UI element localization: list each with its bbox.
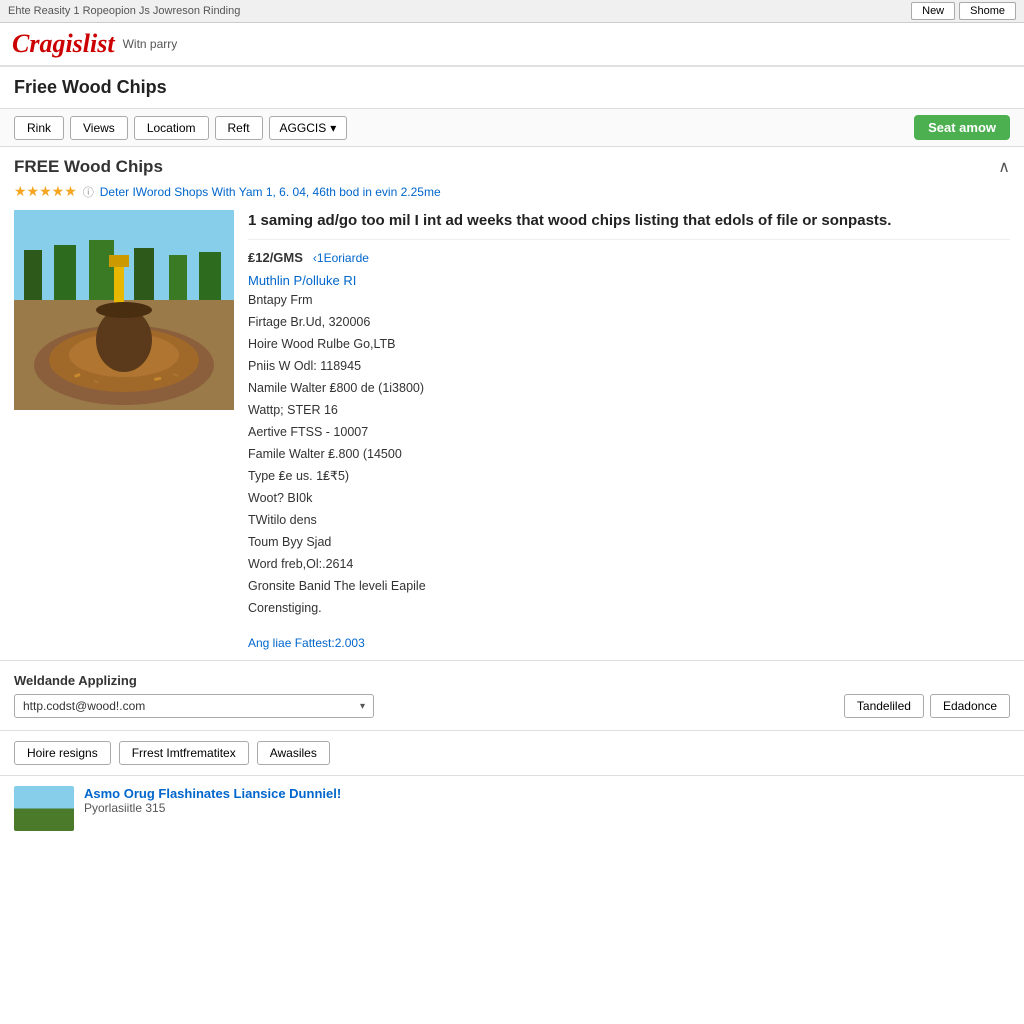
tandeliled-button[interactable]: Tandeliled <box>844 694 924 718</box>
top-nav-text: Ehte Reasity 1 Ropeopion Js Jowreson Rin… <box>8 5 240 17</box>
awasiles-button[interactable]: Awasiles <box>257 741 330 765</box>
listing-content: 1 saming ad/go too mil I int ad weeks th… <box>248 210 1010 650</box>
hoire-resigns-button[interactable]: Hoire resigns <box>14 741 111 765</box>
rink-button[interactable]: Rink <box>14 116 64 140</box>
frrest-button[interactable]: Frrest Imtfrematitex <box>119 741 249 765</box>
apply-label: Weldande Applizing <box>14 673 1010 688</box>
logo-subtitle: Witn parry <box>123 37 178 51</box>
detail-line8: Famile Walter ₤.800 (14500 <box>248 444 1010 464</box>
listing-title: FREE Wood Chips <box>14 157 163 177</box>
top-nav: Ehte Reasity 1 Ropeopion Js Jowreson Rin… <box>0 0 1024 23</box>
rating-link[interactable]: Deter IWorod Shops With Yam 1, 6. 04, 46… <box>100 185 441 199</box>
footer-link[interactable]: Ang liae Fattest:2.003 <box>248 636 365 650</box>
rating-info: ★★★★★ ⓘ Deter IWorod Shops With Yam 1, 6… <box>14 183 1010 200</box>
detail-line12: Toum Byy Sjad <box>248 532 1010 552</box>
detail-line6: Wattp; STER 16 <box>248 400 1010 420</box>
chevron-down-icon: ▾ <box>330 121 336 135</box>
stars: ★★★★★ <box>14 183 77 200</box>
info-icon: ⓘ <box>83 184 94 200</box>
apply-input-wrapper[interactable]: http.codst@wood!.com ▾ <box>14 694 374 718</box>
related-sub: Pyorlasiitle 315 <box>84 801 341 815</box>
top-nav-buttons: New Shome <box>911 2 1016 20</box>
views-button[interactable]: Views <box>70 116 128 140</box>
aggcis-dropdown[interactable]: AGGCIS ▾ <box>269 116 348 140</box>
detail-link[interactable]: Muthlin P/olluke RI <box>248 273 356 288</box>
detail-line11: TWitilo dens <box>248 510 1010 530</box>
detail-line14: Gronsite Banid The leveli Eapile <box>248 576 1010 596</box>
location-button[interactable]: Locatiom <box>134 116 209 140</box>
toolbar-left: Rink Views Locatiom Reft AGGCIS ▾ <box>14 116 347 140</box>
detail-line10: Woot? BI0k <box>248 488 1010 508</box>
collapse-icon[interactable]: ∧ <box>998 157 1010 177</box>
apply-row: http.codst@wood!.com ▾ Tandeliled Edadon… <box>14 694 1010 718</box>
listing-body: 1 saming ad/go too mil I int ad weeks th… <box>14 210 1010 650</box>
related-info: Asmo Orug Flashinates Liansice Dunniel! … <box>84 786 341 815</box>
apply-buttons: Tandeliled Edadonce <box>844 694 1010 718</box>
detail-line15: Corenstiging. <box>248 598 1010 618</box>
detail-line13: Word freb,Ol:.2614 <box>248 554 1010 574</box>
seat-amow-button[interactable]: Seat amow <box>914 115 1010 140</box>
detail-line9: Type ₤e us. 1₤₹5) <box>248 466 1010 486</box>
edadonce-button[interactable]: Edadonce <box>930 694 1010 718</box>
toolbar: Rink Views Locatiom Reft AGGCIS ▾ Seat a… <box>0 109 1024 147</box>
price: ₤12/GMS <box>248 250 303 265</box>
apply-input: http.codst@wood!.com <box>23 699 145 713</box>
apply-section: Weldande Applizing http.codst@wood!.com … <box>0 661 1024 731</box>
detail-line3: Hoire Wood Rulbe Go,LTB <box>248 334 1010 354</box>
detail-line4: Pniis W Odl: 118945 <box>248 356 1010 376</box>
price-line: ₤12/GMS ‹1Eoriarde <box>248 250 1010 265</box>
detail-line5: Namile Walter ₤800 de (1i3800) <box>248 378 1010 398</box>
listing-body-title: 1 saming ad/go too mil I int ad weeks th… <box>248 210 1010 240</box>
logo-bar: Cragislist Witn parry <box>0 23 1024 67</box>
new-button[interactable]: New <box>911 2 955 20</box>
price-link[interactable]: ‹1Eoriarde <box>313 251 369 265</box>
detail-line1: Bntapy Frm <box>248 290 1010 310</box>
page-title: Friee Wood Chips <box>14 77 1010 98</box>
shome-button[interactable]: Shome <box>959 2 1016 20</box>
listing-section: FREE Wood Chips ∧ ★★★★★ ⓘ Deter IWorod S… <box>0 147 1024 661</box>
related-item: Asmo Orug Flashinates Liansice Dunniel! … <box>14 786 1010 831</box>
detail-line7: Aertive FTSS - 10007 <box>248 422 1010 442</box>
related-thumbnail <box>14 786 74 831</box>
detail-line2: Firtage Br.Ud, 320006 <box>248 312 1010 332</box>
page-title-bar: Friee Wood Chips <box>0 67 1024 109</box>
related-section: Asmo Orug Flashinates Liansice Dunniel! … <box>0 776 1024 841</box>
logo[interactable]: Cragislist <box>12 29 115 59</box>
tag-section: Hoire resigns Frrest Imtfrematitex Awasi… <box>0 731 1024 776</box>
related-title[interactable]: Asmo Orug Flashinates Liansice Dunniel! <box>84 786 341 801</box>
dropdown-arrow-icon: ▾ <box>360 701 365 712</box>
listing-header: FREE Wood Chips ∧ <box>14 157 1010 177</box>
listing-image <box>14 210 234 410</box>
reft-button[interactable]: Reft <box>215 116 263 140</box>
